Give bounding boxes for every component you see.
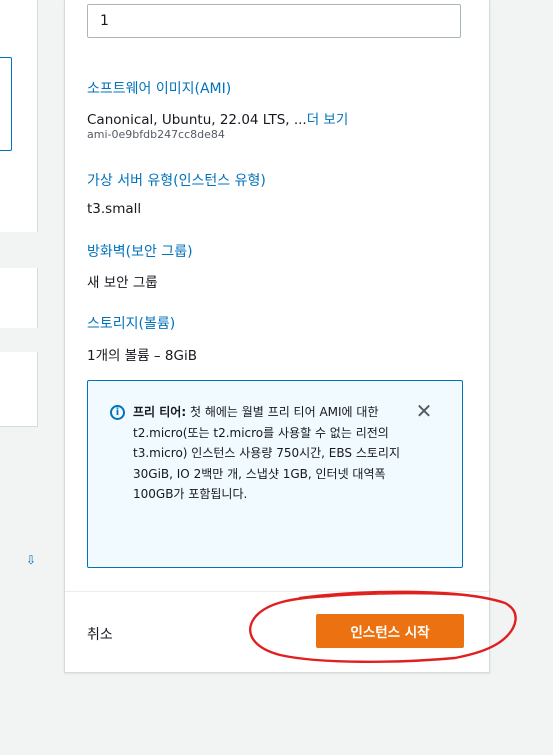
free-tier-text: 첫 해에는 월별 프리 티어 AMI에 대한 t2.micro(또는 t2.mi…: [133, 405, 401, 501]
ami-description-text: Canonical, Ubuntu, 22.04 LTS, ...: [87, 112, 307, 128]
firewall-title: 방화벽(보안 그룹): [87, 244, 193, 260]
footer-divider: [65, 591, 489, 592]
instance-type-title: 가상 서버 유형(인스턴스 유형): [87, 173, 266, 189]
summary-panel: 소프트웨어 이미지(AMI) Canonical, Ubuntu, 22.04 …: [64, 0, 490, 673]
free-tier-alert: i 프리 티어: 첫 해에는 월별 프리 티어 AMI에 대한 t2.micro…: [87, 380, 463, 568]
ami-title: 소프트웨어 이미지(AMI): [87, 81, 232, 97]
cancel-button[interactable]: 취소: [83, 620, 117, 648]
left-card-bottom: [0, 352, 38, 427]
close-icon[interactable]: ✕: [414, 401, 434, 421]
ami-description: Canonical, Ubuntu, 22.04 LTS, ...더 보기: [87, 108, 348, 128]
external-link-icon[interactable]: ⇩: [26, 553, 36, 567]
free-tier-message: 프리 티어: 첫 해에는 월별 프리 티어 AMI에 대한 t2.micro(또…: [133, 402, 428, 505]
left-card-top: [0, 0, 38, 232]
instance-count-input[interactable]: [87, 4, 461, 38]
ami-more-link[interactable]: 더 보기: [307, 112, 349, 128]
firewall-value: 새 보안 그룹: [87, 275, 158, 291]
instance-type-value: t3.small: [87, 201, 142, 217]
left-selected-field[interactable]: [0, 57, 12, 151]
left-card-middle: ⇩: [0, 268, 38, 567]
ami-id: ami-0e9bfdb247cc8de84: [87, 128, 225, 141]
storage-title: 스토리지(볼륨): [87, 316, 176, 332]
storage-value: 1개의 볼륨 – 8GiB: [87, 348, 197, 364]
info-icon: i: [110, 405, 125, 420]
launch-instance-button[interactable]: 인스턴스 시작: [316, 614, 464, 648]
free-tier-label: 프리 티어:: [133, 405, 187, 419]
